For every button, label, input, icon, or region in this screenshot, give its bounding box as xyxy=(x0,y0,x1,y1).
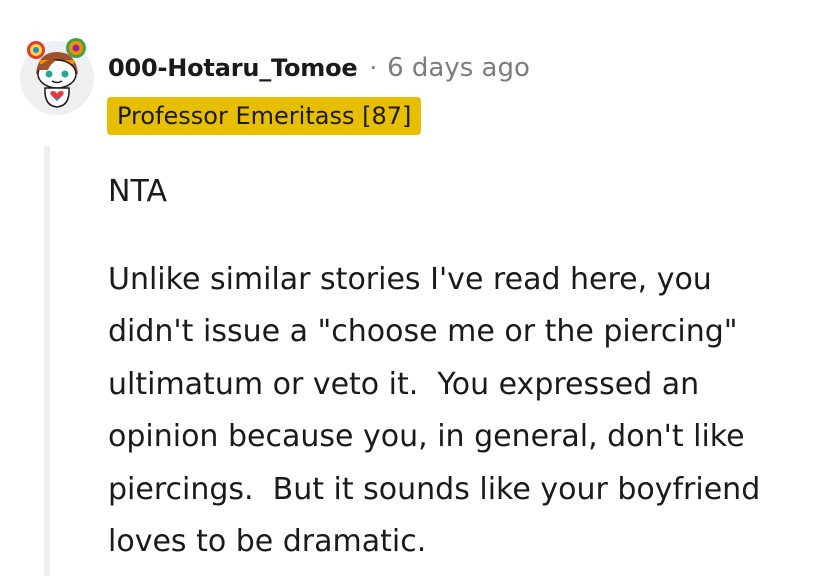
comment-meta: 000-Hotaru_Tomoe · 6 days ago xyxy=(108,50,530,86)
thread-collapse-line[interactable] xyxy=(44,146,50,576)
comment-timestamp[interactable]: 6 days ago xyxy=(387,53,530,83)
comment-body: NTA Unlike similar stories I've read her… xyxy=(108,166,798,569)
reddit-snoo-avatar-icon[interactable] xyxy=(14,30,100,116)
comment-paragraph: Unlike similar stories I've read here, y… xyxy=(108,261,770,560)
user-flair: Professor Emeritass [87] xyxy=(107,97,422,135)
author-username[interactable]: 000-Hotaru_Tomoe xyxy=(108,54,358,82)
meta-separator: · xyxy=(369,54,378,82)
comment-paragraph: NTA xyxy=(108,174,167,209)
